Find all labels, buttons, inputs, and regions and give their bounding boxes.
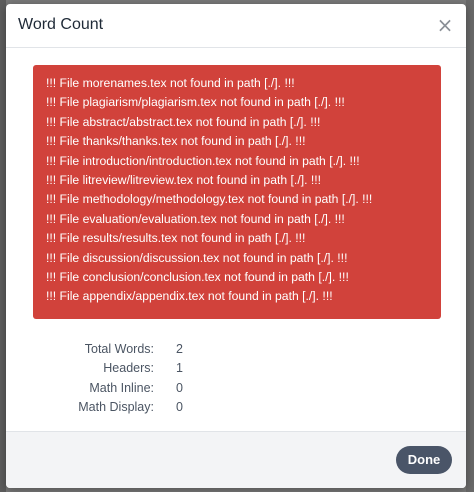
error-line: !!! File morenames.tex not found in path… <box>46 76 295 90</box>
error-line: !!! File abstract/abstract.tex not found… <box>46 114 321 129</box>
stat-row-headers: Headers: 1 <box>6 359 466 378</box>
stat-value: 1 <box>176 361 183 376</box>
error-line: !!! File conclusion/conclusion.tex not f… <box>46 269 349 284</box>
error-line: !!! File introduction/introduction.tex n… <box>46 153 360 168</box>
stat-label: Math Display: <box>78 399 154 414</box>
stat-label: Total Words: <box>84 342 154 356</box>
dialog-header: Word Count × <box>6 4 466 48</box>
dialog-footer: Done <box>6 431 466 488</box>
error-line: !!! File discussion/discussion.tex not f… <box>46 250 348 265</box>
dialog-body: !!! File morenames.tex not found in path… <box>6 48 466 432</box>
stat-label: Headers: <box>103 361 154 376</box>
done-button[interactable]: Done <box>396 446 452 474</box>
stat-value: 0 <box>176 380 183 395</box>
error-line: !!! File appendix/appendix.tex not found… <box>46 289 333 304</box>
stat-value: 2 <box>176 342 183 356</box>
error-line: !!! File litreview/litreview.tex not fou… <box>46 172 322 187</box>
stat-row-math-inline: Math Inline: 0 <box>6 379 466 398</box>
dialog-title: Word Count <box>18 16 104 33</box>
backdrop-right-edge <box>466 0 474 492</box>
word-count-stats: Total Words: 2 Headers: 1 Math Inline: 0… <box>6 340 466 417</box>
error-line: !!! File plagiarism/plagiarism.tex not f… <box>46 95 345 110</box>
error-line: !!! File results/results.tex not found i… <box>46 231 306 246</box>
stat-label: Math Inline: <box>89 380 154 395</box>
error-line: !!! File methodology/methodology.tex not… <box>46 192 373 207</box>
error-alert: !!! File morenames.tex not found in path… <box>33 65 441 319</box>
stat-value: 0 <box>176 399 183 414</box>
word-count-dialog: Word Count × !!! File morenames.tex not … <box>6 4 466 488</box>
error-line: !!! File thanks/thanks.tex not found in … <box>46 134 306 149</box>
close-icon[interactable]: × <box>434 12 456 38</box>
stat-row-total-words: Total Words: 2 <box>6 340 466 359</box>
error-line: !!! File evaluation/evaluation.tex not f… <box>46 211 345 226</box>
stat-row-math-display: Math Display: 0 <box>6 398 466 417</box>
